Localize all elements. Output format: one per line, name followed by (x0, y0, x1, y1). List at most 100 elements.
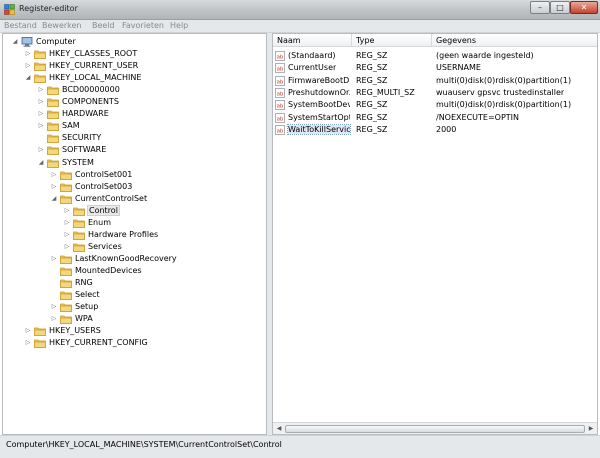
column-divider[interactable] (431, 34, 432, 47)
folder-icon (47, 122, 59, 132)
tree-item[interactable]: ◢ Computer (3, 36, 265, 48)
folder-icon (34, 50, 46, 59)
expand-arrow-icon[interactable]: ▷ (50, 183, 58, 191)
tree-item[interactable]: ▷ WPA (3, 313, 265, 325)
expand-arrow-icon[interactable]: ▷ (50, 303, 58, 311)
close-button[interactable]: ✕ (570, 1, 598, 14)
expand-arrow-icon[interactable]: ▷ (63, 219, 71, 227)
tree-item[interactable]: ▷ Setup (3, 301, 265, 313)
scroll-right-icon[interactable]: ▶ (586, 424, 596, 434)
tree-item[interactable]: ◢ CurrentControlSet (3, 193, 265, 205)
folder-icon (34, 62, 46, 71)
tree-item[interactable]: ◢ HKEY_LOCAL_MACHINE (3, 72, 265, 84)
folder-icon (60, 279, 72, 288)
menu-help[interactable]: Help (170, 21, 188, 30)
tree-item[interactable]: ▷ HKEY_USERS (3, 325, 265, 337)
collapse-arrow-icon[interactable]: ◢ (50, 195, 58, 203)
tree-item[interactable]: ▷ BCD00000000 (3, 84, 265, 96)
expand-arrow-icon[interactable]: ▷ (24, 327, 32, 335)
expand-arrow-icon[interactable]: ▷ (63, 231, 71, 239)
value-type: REG_SZ (356, 75, 388, 85)
tree-item[interactable]: ▷ Control (3, 204, 265, 217)
expand-arrow-icon[interactable]: ▷ (24, 62, 32, 70)
string-value-icon: ab (275, 75, 285, 86)
column-header-type[interactable]: Type (356, 36, 374, 45)
folder-icon (60, 267, 72, 276)
value-name: PreshutdownOr... (288, 87, 350, 97)
tree-item[interactable]: ▷ COMPONENTS (3, 96, 265, 108)
tree-item-label: HKEY_CURRENT_CONFIG (49, 338, 148, 348)
tree-item-label: Enum (88, 217, 111, 227)
list-header: Naam Type Gegevens (273, 34, 597, 47)
tree-item[interactable]: SECURITY (3, 132, 265, 144)
tree-item[interactable]: MountedDevices (3, 265, 265, 277)
expand-arrow-icon[interactable]: ▷ (37, 122, 45, 130)
svg-text:ab: ab (277, 103, 284, 109)
tree-item-label: COMPONENTS (62, 97, 119, 107)
tree-item[interactable]: ▷ SAM (3, 120, 265, 132)
value-row[interactable]: ab PreshutdownOr... REG_MULTI_SZ wuauserv g… (273, 87, 597, 99)
value-row[interactable]: ab (Standaard) REG_SZ (geen waarde ingestel… (273, 50, 597, 62)
tree-item[interactable]: ▷ ControlSet003 (3, 181, 265, 193)
minimize-button[interactable]: – (530, 1, 550, 14)
folder-icon (60, 315, 72, 324)
menu-favorieten[interactable]: Favorieten (122, 21, 164, 30)
string-value-icon: ab (275, 51, 285, 61)
expand-arrow-icon[interactable]: ▷ (63, 243, 71, 251)
expand-arrow-icon[interactable]: ▷ (63, 207, 71, 215)
expand-arrow-icon[interactable]: ▷ (37, 146, 45, 154)
expand-arrow-icon[interactable]: ▷ (50, 315, 58, 323)
value-row[interactable]: ab SystemBootDevi... REG_SZ multi(0)disk(0)… (273, 99, 597, 111)
maximize-button[interactable]: □ (550, 1, 570, 14)
scroll-left-icon[interactable]: ◀ (274, 424, 284, 434)
registry-tree[interactable]: ◢ Computer ▷ HKEY_CLASSES_ROOT ▷ HKEY_CURRENT… (2, 33, 267, 435)
tree-item-label: SOFTWARE (62, 145, 107, 155)
tree-item[interactable]: RNG (3, 277, 265, 289)
value-row[interactable]: abWaitToKillServic... REG_SZ 2000 (273, 123, 597, 136)
computer-icon (21, 37, 33, 47)
svg-text:ab: ab (277, 54, 284, 60)
horizontal-scrollbar[interactable]: ◀ ▶ (273, 422, 597, 434)
scrollbar-thumb[interactable] (285, 425, 585, 433)
tree-item-label: HKEY_CURRENT_USER (49, 61, 139, 71)
column-divider[interactable] (351, 34, 352, 47)
tree-item-label: HKEY_LOCAL_MACHINE (49, 73, 142, 83)
tree-item[interactable]: ▷ SOFTWARE (3, 144, 265, 156)
tree-item[interactable]: ▷ HKEY_CURRENT_USER (3, 60, 265, 72)
expand-arrow-icon[interactable]: ▷ (50, 255, 58, 263)
value-data: USERNAME (436, 63, 481, 73)
expand-arrow-icon[interactable]: ▷ (24, 339, 32, 347)
value-row[interactable]: ab SystemStartOpti... REG_SZ/NOEXECUTE=OPT… (273, 112, 597, 124)
tree-item[interactable]: ▷ ControlSet001 (3, 169, 265, 181)
expand-arrow-icon[interactable]: ▷ (24, 50, 32, 58)
menu-bestand[interactable]: Bestand (4, 21, 37, 30)
expand-arrow-icon[interactable]: ▷ (37, 110, 45, 118)
expand-arrow-icon[interactable]: ▷ (37, 98, 45, 106)
tree-item[interactable]: ▷ Enum (3, 217, 265, 229)
tree-item[interactable]: ▷ HKEY_CURRENT_CONFIG (3, 337, 265, 349)
collapse-arrow-icon[interactable]: ◢ (11, 38, 19, 46)
menu-bewerken[interactable]: Bewerken (42, 21, 82, 30)
svg-text:ab: ab (277, 91, 284, 97)
column-header-name[interactable]: Naam (277, 36, 301, 45)
tree-item[interactable]: Select (3, 289, 265, 301)
value-row[interactable]: ab CurrentUser REG_SZ USERNAME (273, 62, 597, 74)
tree-item[interactable]: ▷ Hardware Profiles (3, 229, 265, 241)
expand-arrow-icon[interactable]: ▷ (50, 171, 58, 179)
column-header-data[interactable]: Gegevens (436, 36, 476, 45)
value-row[interactable]: ab FirmwareBootD... REG_SZ multi(0)disk(0)r… (273, 75, 597, 87)
tree-item[interactable]: ▷ Services (3, 241, 265, 253)
value-type: REG_SZ (356, 100, 388, 110)
tree-item[interactable]: ▷ HARDWARE (3, 108, 265, 120)
tree-item[interactable]: ▷ LastKnownGoodRecovery (3, 253, 265, 265)
tree-item[interactable]: ▷ HKEY_CLASSES_ROOT (3, 48, 265, 60)
collapse-arrow-icon[interactable]: ◢ (24, 74, 32, 82)
folder-icon (60, 255, 72, 264)
collapse-arrow-icon[interactable]: ◢ (37, 159, 45, 167)
menu-beeld[interactable]: Beeld (92, 21, 115, 30)
tree-item-label: LastKnownGoodRecovery (75, 253, 177, 263)
tree-item[interactable]: ◢ SYSTEM (3, 157, 265, 169)
folder-icon (73, 207, 85, 216)
values-list[interactable]: Naam Type Gegevens ab (Standaard) REG_SZ (g… (272, 33, 598, 435)
expand-arrow-icon[interactable]: ▷ (37, 86, 45, 94)
